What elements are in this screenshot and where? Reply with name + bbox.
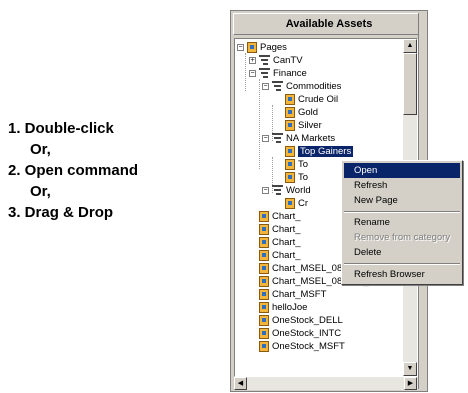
page-icon <box>259 289 269 300</box>
page-icon <box>259 302 269 313</box>
tree-item-chart[interactable]: Chart_ <box>259 210 301 223</box>
tree-item-onestock-msft[interactable]: OneStock_MSFT <box>259 340 345 353</box>
tree-item-label: Chart_ <box>272 224 301 235</box>
tree-item-chart[interactable]: Chart_ <box>259 223 301 236</box>
tree-item-commodities[interactable]: Commodities <box>272 80 341 93</box>
tree-item-label: World <box>286 185 311 196</box>
page-icon <box>259 328 269 339</box>
tree-item-to[interactable]: To <box>285 171 308 184</box>
tree-item-label: Top Gainers <box>298 146 354 157</box>
tree-item-onestock-intc[interactable]: OneStock_INTC <box>259 327 341 340</box>
or-text: Or, <box>30 141 51 158</box>
page-icon <box>259 211 269 222</box>
page-icon <box>247 42 257 53</box>
collapse-icon[interactable]: − <box>262 135 269 142</box>
menu-item-refresh[interactable]: Refresh <box>344 178 460 193</box>
tree-item-label: To <box>298 159 309 170</box>
category-icon <box>272 81 283 91</box>
page-icon <box>285 120 295 131</box>
page-icon <box>259 250 269 261</box>
page-icon <box>259 237 269 248</box>
page-icon <box>285 159 295 170</box>
menu-item-refresh-browser[interactable]: Refresh Browser <box>344 267 460 282</box>
collapse-icon[interactable]: − <box>262 187 269 194</box>
page-icon <box>285 107 295 118</box>
step-1-text: 1. Double-click <box>8 120 114 137</box>
tree-item-onestock-dell[interactable]: OneStock_DELL <box>259 314 343 327</box>
tree-item-finance[interactable]: Finance <box>259 67 307 80</box>
scroll-up-icon[interactable]: ▲ <box>403 39 417 53</box>
tree-item-cantv[interactable]: CanTV <box>259 54 303 67</box>
tree-item-to[interactable]: To <box>285 158 308 171</box>
tree-item-cr[interactable]: Cr <box>285 197 308 210</box>
tree-item-label: Chart_MSFT <box>272 289 327 300</box>
tree-item-pages[interactable]: Pages <box>247 41 287 54</box>
tree-item-label: OneStock_MSFT <box>272 341 345 352</box>
tree-item-label: helloJoe <box>272 302 308 313</box>
menu-item-rename[interactable]: Rename <box>344 215 460 230</box>
tree-item-na-markets[interactable]: NA Markets <box>272 132 335 145</box>
tree-item-label: Gold <box>298 107 319 118</box>
tree-item-top-gainers[interactable]: Top Gainers <box>285 145 354 158</box>
step-3-text: 3. Drag & Drop <box>8 204 114 221</box>
menu-item-new-page[interactable]: New Page <box>344 193 460 208</box>
page-icon <box>259 224 269 235</box>
menu-separator <box>344 211 460 213</box>
or-text: Or, <box>30 183 51 200</box>
tree-item-silver[interactable]: Silver <box>285 119 322 132</box>
tree-item-label: To <box>298 172 309 183</box>
tree-item-chart[interactable]: Chart_ <box>259 249 301 262</box>
page-icon <box>285 146 295 157</box>
tree-item-hellojoe[interactable]: helloJoe <box>259 301 307 314</box>
context-menu: Open Refresh New Page Rename Remove from… <box>341 160 463 285</box>
page-icon <box>259 315 269 326</box>
tree-item-world[interactable]: World <box>272 184 311 197</box>
tree-item-label: Silver <box>298 120 322 131</box>
category-icon <box>272 185 283 195</box>
page-icon <box>285 198 295 209</box>
horizontal-scrollbar[interactable]: ◀ ▶ <box>234 377 418 390</box>
tree-item-label: OneStock_INTC <box>272 328 342 339</box>
step-2-text: 2. Open command <box>8 162 139 179</box>
tree-item-label: Crude Oil <box>298 94 339 105</box>
tree-item-label: Chart_ <box>272 250 301 261</box>
scroll-right-icon[interactable]: ▶ <box>404 377 417 390</box>
menu-item-open[interactable]: Open <box>344 163 460 178</box>
tree-item-label: Finance <box>273 68 307 79</box>
collapse-icon[interactable]: − <box>249 70 256 77</box>
tree-item-label: Chart_ <box>272 211 301 222</box>
tree-item-label: CanTV <box>273 55 303 66</box>
menu-item-delete[interactable]: Delete <box>344 245 460 260</box>
category-icon <box>259 68 270 78</box>
tree-item-chart-msft[interactable]: Chart_MSFT <box>259 288 326 301</box>
menu-item-remove-from-category: Remove from category <box>354 232 451 243</box>
collapse-icon[interactable]: − <box>262 83 269 90</box>
page-icon <box>285 94 295 105</box>
tree-item-label: NA Markets <box>286 133 336 144</box>
tree-item-chart[interactable]: Chart_ <box>259 236 301 249</box>
tree-item-label: OneStock_DELL <box>272 315 343 326</box>
menu-separator <box>344 263 460 265</box>
tree-item-crude-oil[interactable]: Crude Oil <box>285 93 338 106</box>
scroll-thumb[interactable] <box>403 53 417 115</box>
page-icon <box>259 276 269 287</box>
expand-icon[interactable]: + <box>249 57 256 64</box>
collapse-icon[interactable]: − <box>237 44 244 51</box>
instructions: 1. Double-click Or, 2. Open command Or, … <box>8 118 223 223</box>
page-icon <box>285 172 295 183</box>
scroll-down-icon[interactable]: ▼ <box>403 362 417 376</box>
tree-item-label: Cr <box>298 198 309 209</box>
tree-item-label: Commodities <box>286 81 342 92</box>
panel-title: Available Assets <box>233 13 425 35</box>
tree-item-label: Pages <box>260 42 287 53</box>
tree-item-label: Chart_ <box>272 237 301 248</box>
category-icon <box>272 133 283 143</box>
scroll-left-icon[interactable]: ◀ <box>234 377 247 390</box>
category-icon <box>259 55 270 65</box>
tree-item-gold[interactable]: Gold <box>285 106 318 119</box>
page-icon <box>259 263 269 274</box>
page-icon <box>259 341 269 352</box>
